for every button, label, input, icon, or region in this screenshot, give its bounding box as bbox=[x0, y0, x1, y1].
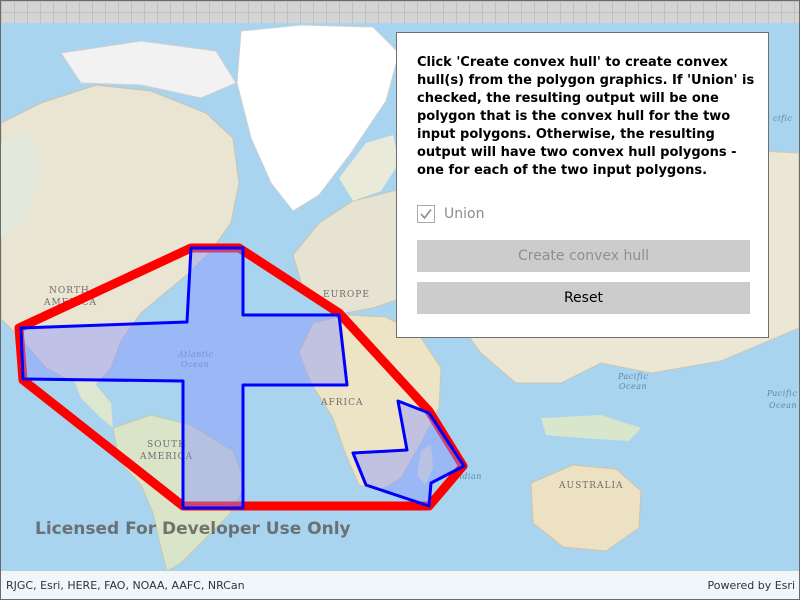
label-pacific-partial: cific bbox=[773, 114, 793, 123]
attribution-bar: RJGC, Esri, HERE, FAO, NOAA, AAFC, NRCan… bbox=[1, 575, 799, 599]
control-panel: Click 'Create convex hull' to create con… bbox=[396, 32, 769, 338]
label-europe: EUROPE bbox=[323, 290, 370, 300]
title-bar bbox=[1, 1, 799, 23]
powered-by-esri[interactable]: Powered by Esri bbox=[707, 579, 795, 592]
union-label: Union bbox=[444, 206, 485, 222]
label-australia: AUSTRALIA bbox=[558, 481, 624, 491]
label-pacific-east: Pacific bbox=[766, 389, 797, 398]
instructions-text: Click 'Create convex hull' to create con… bbox=[417, 55, 755, 178]
label-pacific-center: Pacific bbox=[617, 372, 648, 381]
label-pacific-east-ocean: Ocean bbox=[769, 401, 797, 410]
label-africa: AFRICA bbox=[320, 398, 363, 408]
reset-button[interactable]: Reset bbox=[417, 282, 750, 314]
checkmark-icon bbox=[420, 209, 432, 220]
label-pacific-center-ocean: Ocean bbox=[619, 382, 647, 391]
developer-watermark: Licensed For Developer Use Only bbox=[35, 519, 351, 539]
label-south: SOUTH bbox=[147, 440, 187, 450]
union-option: Union bbox=[417, 203, 484, 225]
attribution-sources[interactable]: RJGC, Esri, HERE, FAO, NOAA, AAFC, NRCan bbox=[6, 579, 245, 592]
union-checkbox[interactable] bbox=[417, 205, 435, 223]
create-convex-hull-button[interactable]: Create convex hull bbox=[417, 240, 750, 272]
app-window: NORTH AMERICA SOUTH AMERICA EUROPE AFRIC… bbox=[0, 0, 800, 600]
